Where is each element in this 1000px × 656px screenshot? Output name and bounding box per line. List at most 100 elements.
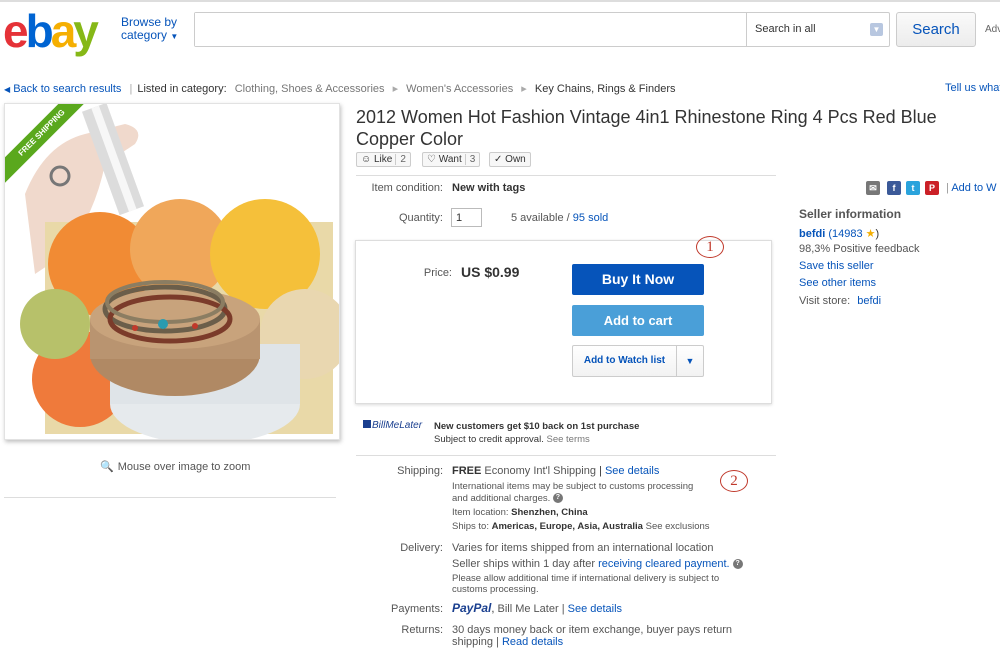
breadcrumb-divider: | xyxy=(129,83,133,95)
divider xyxy=(356,455,776,456)
billmelater-logo: BillMeLater xyxy=(363,420,422,431)
read-details-link[interactable]: Read details xyxy=(502,636,563,648)
back-arrow-icon: ◀ xyxy=(4,85,11,94)
top-border xyxy=(0,0,1000,2)
smiley-icon: ☺ xyxy=(361,154,372,165)
twitter-icon[interactable]: t xyxy=(906,181,920,195)
item-location: Item location: Shenzhen, China xyxy=(452,507,588,518)
add-to-cart-button[interactable]: Add to cart xyxy=(572,305,704,336)
chevron-down-icon: ▼ xyxy=(870,23,883,36)
back-to-results-link[interactable]: Back to search results xyxy=(13,83,121,95)
search-input[interactable] xyxy=(195,13,745,46)
returns-label: Returns: xyxy=(401,624,443,636)
annotation-marker-2: 2 xyxy=(720,470,748,492)
heart-icon: ♡ xyxy=(427,154,436,165)
check-circle-icon: ✓ xyxy=(494,154,503,165)
buy-it-now-button[interactable]: Buy It Now xyxy=(572,264,704,295)
checkbox-icon xyxy=(363,420,371,428)
watchlist-label: Add to Watch list xyxy=(573,346,677,376)
available-count: 5 available / xyxy=(511,212,570,224)
pinterest-icon[interactable]: P xyxy=(925,181,939,195)
delivery-line1: Varies for items shipped from an interna… xyxy=(452,542,714,554)
add-to-list: | Add to W xyxy=(946,182,997,194)
help-icon[interactable]: ? xyxy=(552,493,563,504)
delivery-label: Delivery: xyxy=(400,542,443,554)
delivery-line2: Seller ships within 1 day after receivin… xyxy=(452,558,743,570)
cleared-payment-link[interactable]: receiving cleared payment. xyxy=(598,558,729,570)
chevron-right-icon: ▸ xyxy=(392,83,399,95)
search-button[interactable]: Search xyxy=(896,12,976,47)
own-button[interactable]: ✓ Own xyxy=(489,152,531,167)
facebook-icon[interactable]: f xyxy=(887,181,901,195)
billmelater-logo-text: BillMeLater xyxy=(372,420,423,431)
returns-line2: shipping | Read details xyxy=(452,636,563,648)
payments-label: Payments: xyxy=(391,603,443,615)
add-to-watchlist-button[interactable]: Add to Watch list ▼ xyxy=(572,345,704,377)
paypal-logo: PayPal xyxy=(452,601,492,615)
item-title: 2012 Women Hot Fashion Vintage 4in1 Rhin… xyxy=(356,107,937,149)
billmelater-sub: Subject to credit approval. See terms xyxy=(434,434,590,445)
product-image[interactable]: FREE SHIPPING xyxy=(4,103,340,440)
availability: 5 available / 95 sold xyxy=(511,212,608,224)
breadcrumb-item[interactable]: Clothing, Shoes & Accessories xyxy=(235,83,385,95)
payments-see-details-link[interactable]: See details xyxy=(568,603,622,615)
save-seller-link[interactable]: Save this seller xyxy=(799,260,874,272)
chevron-down-icon[interactable]: ▼ xyxy=(677,346,703,376)
condition-label: Item condition: xyxy=(371,182,443,194)
price-value: US $0.99 xyxy=(461,264,520,280)
intl-note-line2-text: and additional charges. xyxy=(452,493,551,504)
shipping-see-details-link[interactable]: See details xyxy=(605,465,659,477)
browse-by-category[interactable]: Browse by category ▼ xyxy=(121,16,178,43)
shipping-summary: FREE Economy Int'l Shipping | See detail… xyxy=(452,465,660,477)
email-icon[interactable]: ✉ xyxy=(866,181,880,195)
add-to-list-link[interactable]: Add to W xyxy=(951,182,996,194)
help-icon[interactable]: ? xyxy=(732,559,743,570)
want-button[interactable]: ♡ Want 3 xyxy=(422,152,481,167)
shipping-label: Shipping: xyxy=(397,465,443,477)
want-label: Want xyxy=(438,154,462,165)
seller-name-link[interactable]: befdi xyxy=(799,228,825,240)
ships-to-label: Ships to: xyxy=(452,521,489,532)
chevron-right-icon: ▸ xyxy=(521,83,527,95)
see-terms-link[interactable]: See terms xyxy=(546,434,589,445)
ships-to: Ships to: Americas, Europe, Asia, Austra… xyxy=(452,521,710,532)
star-icon: ★ xyxy=(865,228,876,240)
breadcrumb-item[interactable]: Women's Accessories xyxy=(406,83,513,95)
delivery-line4: customs processing. xyxy=(452,584,539,595)
condition-value: New with tags xyxy=(452,182,526,194)
store-link[interactable]: befdi xyxy=(857,295,881,307)
category-label: category xyxy=(121,28,168,42)
caret-down-icon: ▼ xyxy=(170,32,179,41)
like-count: 2 xyxy=(395,154,406,165)
delivery-line2-text: Seller ships within 1 day after xyxy=(452,558,596,570)
visit-store: Visit store: befdi xyxy=(799,295,881,307)
payment-methods: PayPal, Bill Me Later | See details xyxy=(452,601,623,615)
like-button[interactable]: ☺ Like 2 xyxy=(356,152,411,167)
price-label: Price: xyxy=(423,267,452,279)
sold-count-link[interactable]: 95 sold xyxy=(573,212,608,224)
logo-letter-y: y xyxy=(73,5,99,57)
intl-note-line1: International items may be subject to cu… xyxy=(452,481,694,492)
exclusions-link[interactable]: See exclusions xyxy=(646,521,710,532)
search-category-select[interactable]: Search in all ▼ xyxy=(746,12,890,47)
logo-letter-b: b xyxy=(25,5,54,57)
billmelater-headline: New customers get $10 back on 1st purcha… xyxy=(434,421,640,432)
intl-note-line2: and additional charges. ? xyxy=(452,493,563,504)
breadcrumb-item[interactable]: Key Chains, Rings & Finders xyxy=(535,83,676,95)
feedback-score-link[interactable]: (14983 xyxy=(828,228,862,240)
shipping-method: Economy Int'l Shipping xyxy=(484,465,596,477)
logo-letter-e: e xyxy=(3,5,29,57)
advanced-search-link[interactable]: Adv xyxy=(985,24,1000,35)
search-scope-label: Search in all xyxy=(755,23,816,35)
ebay-logo[interactable]: ebay xyxy=(3,5,99,57)
feedback-score-close: ) xyxy=(875,228,880,240)
listed-in-label: Listed in category: xyxy=(137,83,227,95)
delivery-line3: Please allow additional time if internat… xyxy=(452,573,720,584)
ships-to-value: Americas, Europe, Asia, Australia xyxy=(491,521,643,532)
returns-line1: 30 days money back or item exchange, buy… xyxy=(452,624,733,636)
item-location-value: Shenzhen, China xyxy=(511,507,588,518)
positive-feedback: 98,3% Positive feedback xyxy=(799,243,920,255)
tell-us-link[interactable]: Tell us what xyxy=(945,82,1000,94)
other-items-link[interactable]: See other items xyxy=(799,277,876,289)
quantity-input[interactable]: 1 xyxy=(451,208,482,227)
